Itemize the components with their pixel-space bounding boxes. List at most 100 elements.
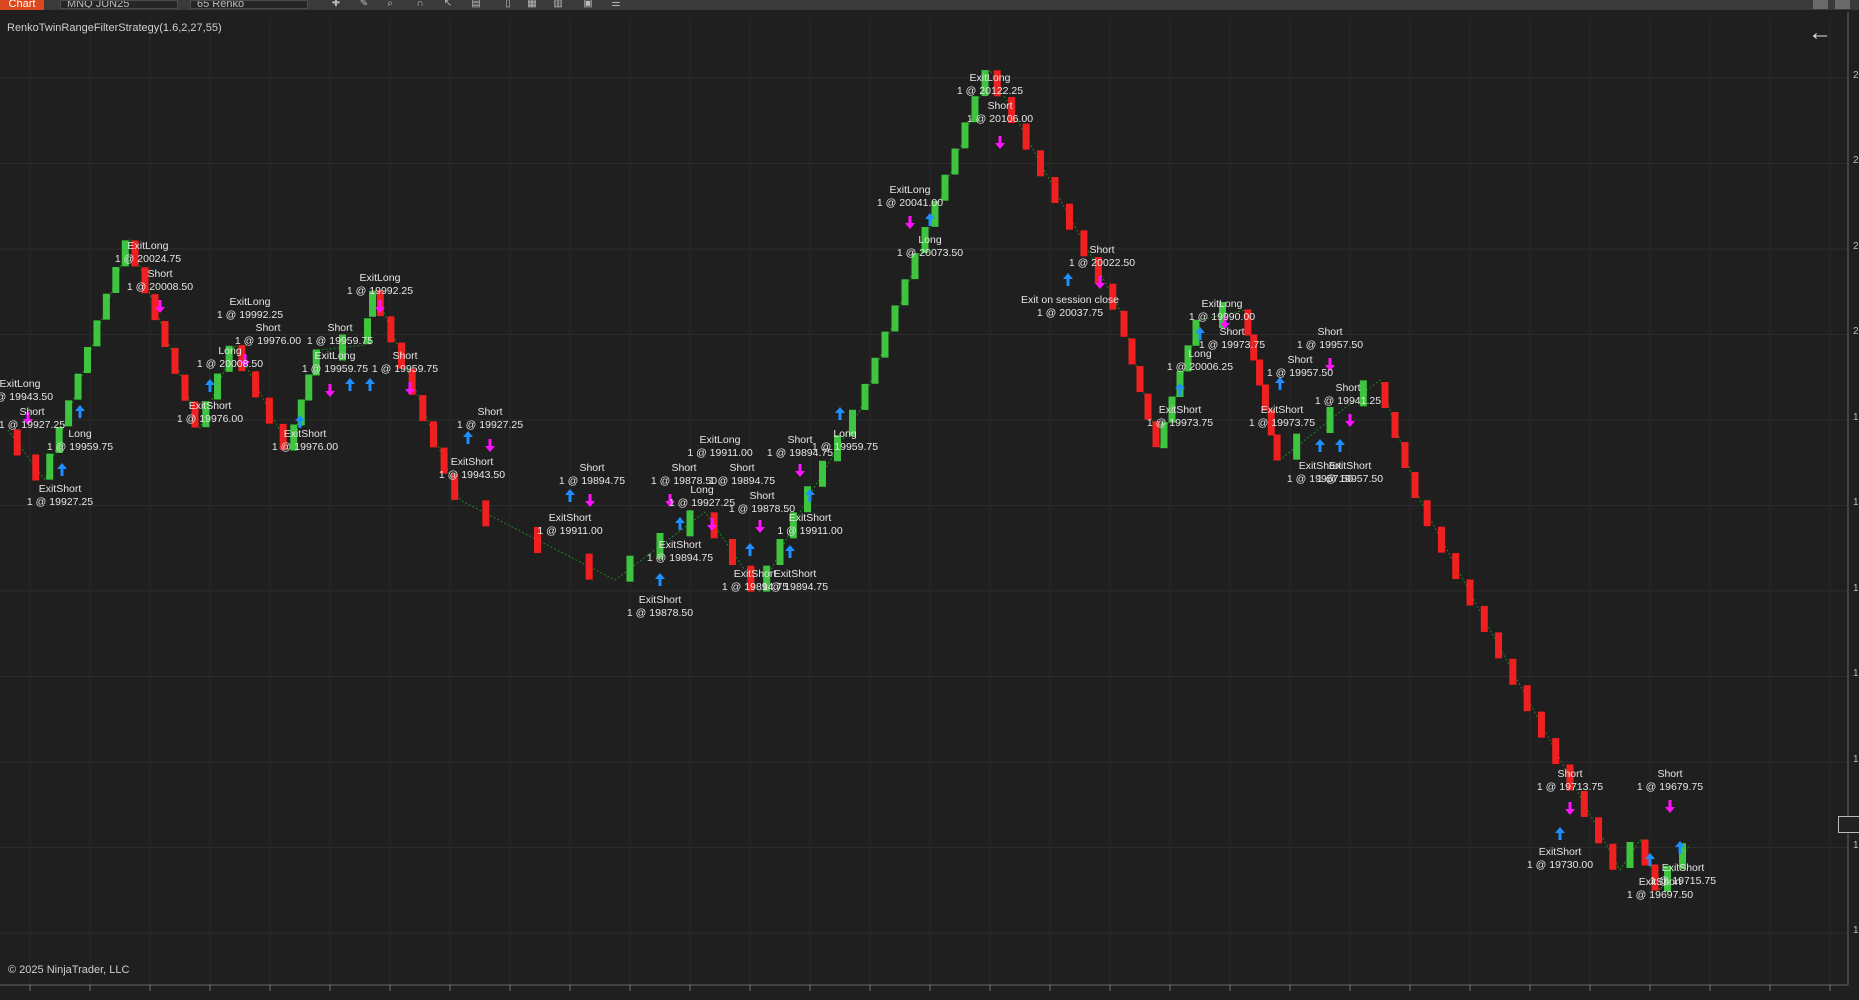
- buy-arrow-icon: [1555, 827, 1565, 840]
- renko-brick: [1326, 407, 1334, 433]
- renko-brick: [171, 347, 179, 374]
- renko-brick: [729, 539, 736, 565]
- trade-label: Short 1 @ 19713.75: [1536, 768, 1604, 793]
- trade-label: Long 1 @ 19959.75: [811, 428, 879, 453]
- renko-brick: [1401, 442, 1409, 468]
- renko-brick: [1381, 382, 1389, 408]
- trade-label: Long 1 @ 20008.50: [196, 345, 264, 370]
- trade-label: ExitShort 1 @ 19943.50: [438, 456, 506, 481]
- trade-label: Long 1 @ 20073.50: [896, 234, 964, 259]
- buy-arrow-icon: [785, 545, 795, 558]
- trade-label: Short 1 @ 20008.50: [126, 268, 194, 293]
- properties-icon[interactable]: ▦: [524, 0, 540, 9]
- renko-brick: [46, 453, 54, 480]
- chart-trader-icon[interactable]: ☰: [608, 0, 624, 9]
- trade-label: ExitShort 1 @ 19878.50: [626, 594, 694, 619]
- trade-label: Short 1 @ 20022.50: [1068, 244, 1136, 269]
- buy-arrow-icon: [205, 379, 215, 392]
- renko-brick: [305, 374, 313, 401]
- bar-spacing-icon[interactable]: ▯: [500, 0, 516, 9]
- save-icon[interactable]: ▣: [580, 0, 596, 9]
- magnet-icon[interactable]: ∩: [412, 0, 428, 9]
- renko-brick: [387, 316, 395, 343]
- trade-label: ExitShort 1 @ 19911.00: [537, 512, 603, 537]
- trade-label: ExitLong 1 @ 19992.25: [346, 272, 414, 297]
- renko-brick: [1609, 843, 1617, 870]
- bar-type-selector[interactable]: 65 Renko: [190, 0, 308, 9]
- buy-arrow-icon: [57, 463, 67, 476]
- pencil-icon[interactable]: ✎: [356, 0, 372, 9]
- trade-label: ExitShort 1 @ 19976.00: [271, 428, 339, 453]
- renko-brick: [1580, 790, 1588, 817]
- data-box-icon[interactable]: ▤: [468, 0, 484, 9]
- renko-brick: [112, 267, 120, 293]
- crosshair-icon[interactable]: ✚: [328, 0, 344, 9]
- trade-label: Short 1 @ 19941.25: [1314, 382, 1382, 407]
- back-arrow-icon[interactable]: ←: [1808, 21, 1832, 45]
- renko-brick: [1120, 310, 1128, 337]
- renko-brick: [881, 331, 889, 358]
- trade-label: ExitShort 1 @ 19927.25: [26, 483, 94, 508]
- price-axis-label: 19: [1853, 925, 1859, 936]
- renko-brick: [1641, 839, 1649, 866]
- sell-arrow-icon: [755, 520, 765, 533]
- price-axis-label: 20: [1853, 155, 1859, 166]
- trade-label: ExitShort 1 @ 19957.50: [1316, 460, 1384, 485]
- maximize-window-button[interactable]: [1835, 0, 1850, 9]
- renko-brick: [1391, 412, 1399, 438]
- trade-label: ExitShort 1 @ 19894.75: [761, 568, 829, 593]
- trade-label: Short 1 @ 19959.75: [371, 350, 439, 375]
- renko-brick: [1552, 738, 1560, 765]
- price-axis-label: 19: [1853, 754, 1859, 765]
- trade-label: ExitShort 1 @ 19973.75: [1248, 404, 1316, 429]
- renko-brick: [13, 429, 21, 456]
- instrument-selector[interactable]: MNQ JUN25: [60, 0, 178, 9]
- trade-label: Short 1 @ 19957.50: [1296, 326, 1364, 351]
- renko-brick: [93, 320, 101, 347]
- renko-brick: [1466, 579, 1474, 606]
- renko-brick: [32, 454, 40, 481]
- buy-arrow-icon: [745, 543, 755, 556]
- trade-label: ExitLong 1 @ 20041.00: [876, 184, 944, 209]
- trade-label: ExitLong 1 @ 20024.75: [114, 240, 182, 265]
- buy-arrow-icon: [345, 378, 355, 391]
- trade-label: ExitShort 1 @ 19911.00: [777, 512, 843, 537]
- trade-label: ExitLong 1 @ 19911.00: [687, 434, 753, 459]
- renko-brick: [1495, 632, 1503, 659]
- copyright-text: © 2025 NinjaTrader, LLC: [8, 964, 130, 976]
- price-axis-label: 19: [1853, 668, 1859, 679]
- renko-brick: [265, 397, 273, 424]
- zoom-icon[interactable]: ⌕: [382, 0, 398, 9]
- strategies-icon[interactable]: ▥: [550, 0, 566, 9]
- sell-arrow-icon: [325, 384, 335, 397]
- renko-brick: [65, 400, 73, 427]
- chart-toolbar: Chart MNQ JUN25 65 Renko ✚ ✎ ⌕ ∩ ↖ ▤ ▯ ▦…: [0, 0, 1859, 10]
- buy-arrow-icon: [365, 378, 375, 391]
- price-axis-label: 19: [1853, 412, 1859, 423]
- strategy-label[interactable]: RenkoTwinRangeFilterStrategy(1.6,2,27,55…: [7, 22, 222, 34]
- renko-brick: [1065, 203, 1073, 230]
- price-axis-label: 19: [1853, 840, 1859, 851]
- sell-arrow-icon: [905, 216, 915, 229]
- renko-brick: [891, 305, 899, 332]
- price-axis-label: 20: [1853, 70, 1859, 81]
- renko-brick: [1037, 150, 1045, 177]
- renko-brick: [419, 395, 427, 422]
- restore-window-button[interactable]: [1813, 0, 1828, 9]
- renko-brick: [1136, 366, 1144, 392]
- buy-arrow-icon: [75, 405, 85, 418]
- pointer-icon[interactable]: ↖: [440, 0, 456, 9]
- trade-label: Short 1 @ 20106.00: [966, 100, 1034, 125]
- renko-brick: [776, 539, 784, 565]
- renko-brick: [1256, 359, 1264, 386]
- renko-brick: [161, 321, 169, 347]
- sell-arrow-icon: [995, 136, 1005, 149]
- trade-label: Short 1 @ 19894.75: [558, 462, 626, 487]
- renko-brick: [1051, 177, 1059, 203]
- chart-tab[interactable]: Chart: [0, 0, 44, 10]
- trade-label: ExitShort 1 @ 19730.00: [1526, 846, 1594, 871]
- sell-arrow-icon: [1665, 800, 1675, 813]
- buy-arrow-icon: [655, 573, 665, 586]
- renko-brick: [84, 347, 91, 373]
- price-axis-label: 20: [1853, 241, 1859, 252]
